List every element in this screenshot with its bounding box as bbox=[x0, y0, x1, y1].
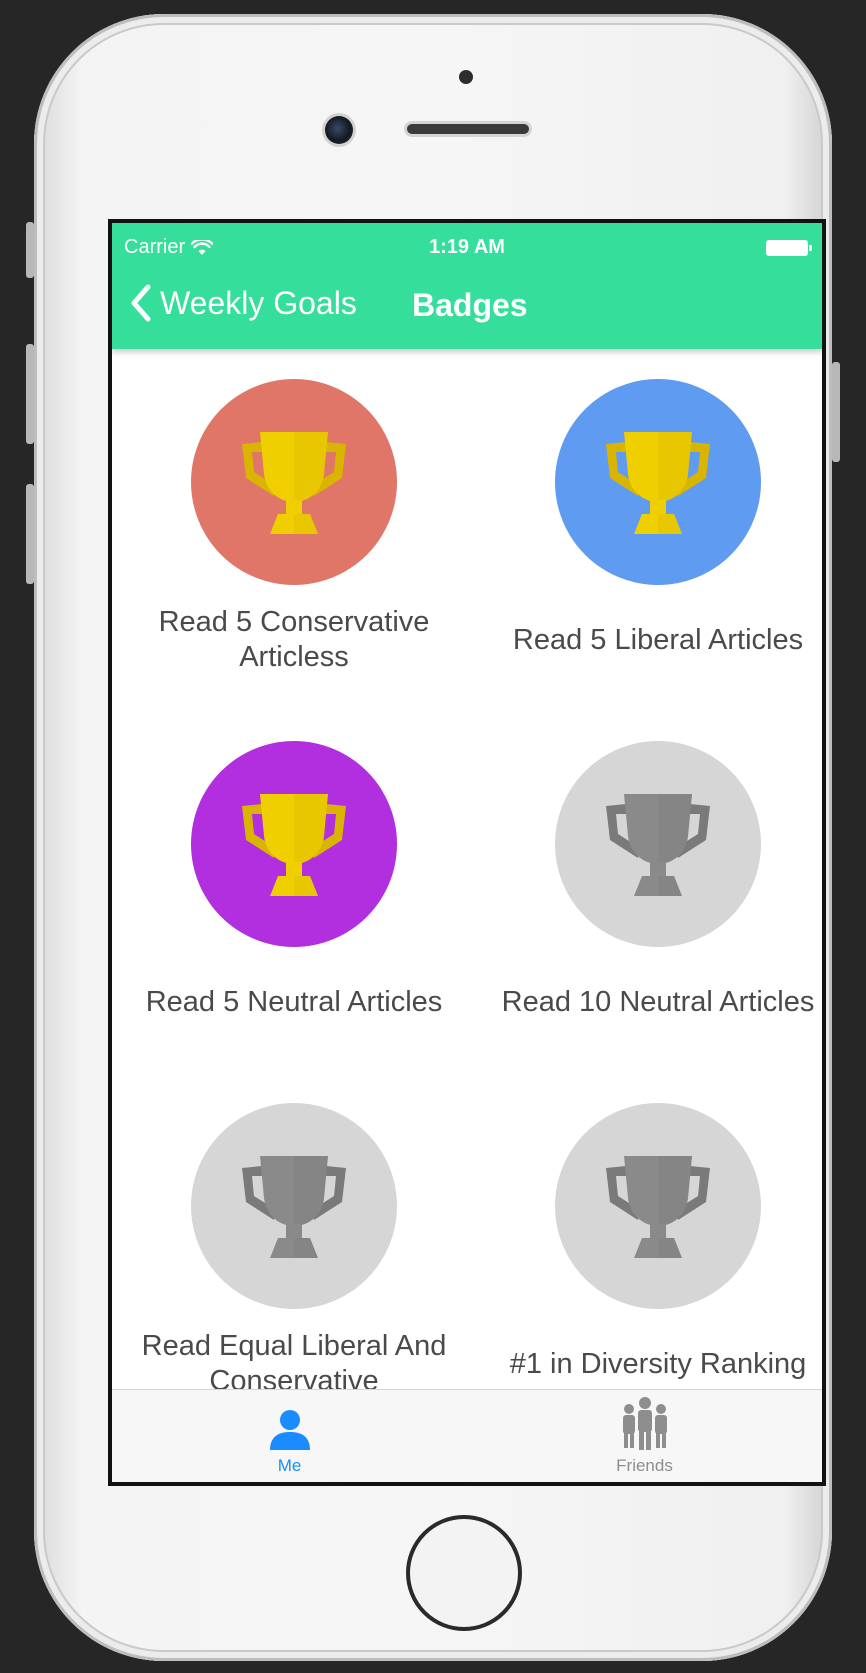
badge-locked-circle bbox=[555, 741, 761, 947]
tab-me-label: Me bbox=[277, 1456, 302, 1475]
person-icon bbox=[269, 1410, 310, 1450]
tab-bar: Me Friends bbox=[112, 1389, 822, 1482]
badge-label: #1 in Diversity Ranking bbox=[509, 1347, 807, 1380]
proximity-sensor bbox=[459, 70, 473, 84]
badges-collection[interactable]: Read 5 Conservative Articless Read 5 Lib… bbox=[112, 349, 822, 1391]
badge-label: Read 10 Neutral Articles bbox=[501, 985, 815, 1018]
badge-label: Read 5 Conservative Articless bbox=[158, 606, 430, 673]
power-button bbox=[832, 362, 840, 462]
back-button[interactable]: Weekly Goals bbox=[130, 277, 357, 329]
badge-label: Read 5 Neutral Articles bbox=[145, 985, 443, 1018]
volume-up-button bbox=[26, 344, 34, 444]
battery-icon bbox=[766, 240, 812, 256]
chevron-left-icon bbox=[131, 284, 151, 322]
trophy-icon bbox=[242, 794, 346, 896]
volume-down-button bbox=[26, 484, 34, 584]
home-button[interactable] bbox=[406, 1515, 522, 1631]
screen: Carrier 1:19 AM Weekly Goals Badges Read… bbox=[108, 219, 826, 1486]
page-title: Badges bbox=[412, 287, 528, 323]
badge-label: Read 5 Liberal Articles bbox=[512, 623, 804, 656]
badge-locked-circle bbox=[191, 1103, 397, 1309]
trophy-icon bbox=[242, 1156, 346, 1258]
back-label: Weekly Goals bbox=[160, 284, 357, 321]
trophy-icon bbox=[606, 794, 710, 896]
badge-earned-circle bbox=[191, 379, 397, 585]
badge-label: Read Equal Liberal And Conservative bbox=[141, 1330, 447, 1391]
navigation-bar: Weekly Goals Badges bbox=[112, 269, 822, 341]
front-camera bbox=[325, 116, 353, 144]
phone-frame: Carrier 1:19 AM Weekly Goals Badges Read… bbox=[26, 14, 840, 1661]
badge-locked-circle bbox=[555, 1103, 761, 1309]
badge-earned-circle bbox=[191, 741, 397, 947]
top-bar: Carrier 1:19 AM Weekly Goals Badges bbox=[112, 223, 822, 349]
tab-friends[interactable]: Friends bbox=[467, 1390, 822, 1482]
trophy-icon bbox=[242, 432, 346, 534]
status-time: 1:19 AM bbox=[429, 236, 505, 258]
tab-friends-label: Friends bbox=[616, 1456, 673, 1475]
trophy-icon bbox=[606, 1156, 710, 1258]
group-icon bbox=[622, 1397, 667, 1450]
tab-me[interactable]: Me bbox=[112, 1390, 467, 1482]
earpiece-speaker bbox=[407, 124, 529, 134]
trophy-icon bbox=[606, 432, 710, 534]
status-bar: Carrier 1:19 AM bbox=[112, 223, 822, 269]
mute-switch bbox=[26, 222, 34, 278]
badge-earned-circle bbox=[555, 379, 761, 585]
